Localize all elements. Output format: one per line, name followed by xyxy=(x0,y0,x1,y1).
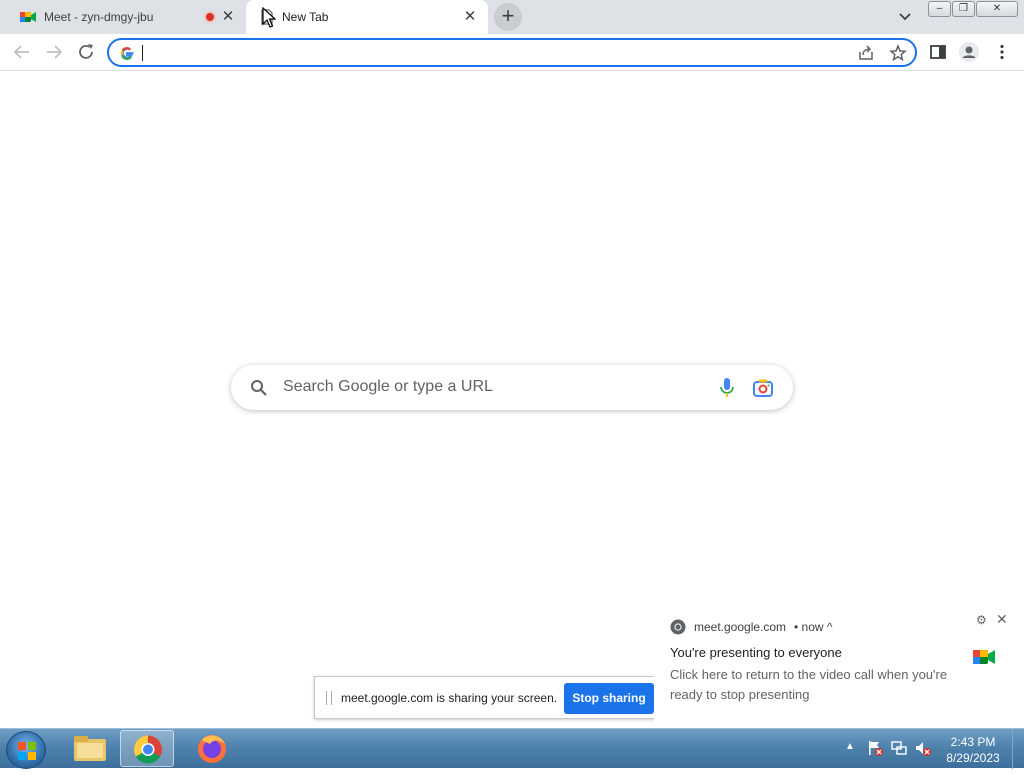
tab-close-button[interactable]: ✕ xyxy=(462,9,478,25)
show-desktop-button[interactable] xyxy=(1012,729,1024,769)
taskbar-chrome[interactable] xyxy=(120,730,174,767)
show-hidden-icons-button[interactable]: ▲ xyxy=(845,741,855,752)
taskbar-firefox[interactable] xyxy=(185,730,239,767)
action-center-flag-icon[interactable] xyxy=(866,739,884,757)
notification-body: Click here to return to the video call w… xyxy=(670,667,948,702)
tab-new-tab[interactable]: New Tab ✕ xyxy=(246,0,488,34)
ntp-search-box[interactable]: Search Google or type a URL xyxy=(231,365,793,410)
browser-toolbar xyxy=(0,34,1024,71)
arrow-left-icon xyxy=(13,45,29,59)
bookmark-star-icon[interactable] xyxy=(889,43,907,62)
reload-button[interactable] xyxy=(74,40,98,64)
address-input[interactable] xyxy=(143,43,843,63)
window-maximize-button[interactable]: ❐ xyxy=(952,1,975,17)
stop-sharing-button[interactable]: Stop sharing xyxy=(564,683,654,714)
chrome-icon xyxy=(670,619,686,635)
recording-indicator-icon xyxy=(204,11,216,23)
screen-sharing-bar: meet.google.com is sharing your screen. … xyxy=(314,676,712,719)
microphone-icon[interactable] xyxy=(717,377,737,399)
clock-time: 2:43 PM xyxy=(950,735,996,749)
forward-button[interactable] xyxy=(42,40,66,64)
network-icon[interactable] xyxy=(890,739,908,757)
drag-handle-icon[interactable] xyxy=(326,691,332,705)
folder-icon xyxy=(74,736,106,761)
google-g-icon xyxy=(119,45,135,61)
notification-title: You're presenting to everyone xyxy=(670,645,842,660)
sharing-message: meet.google.com is sharing your screen. xyxy=(341,691,558,705)
window-minimize-button[interactable]: – xyxy=(928,1,951,17)
new-tab-button[interactable]: + xyxy=(494,3,522,31)
volume-muted-icon[interactable] xyxy=(914,739,932,757)
google-meet-icon xyxy=(973,648,995,666)
share-icon[interactable] xyxy=(857,44,875,62)
notification-time[interactable]: • now ^ xyxy=(794,620,833,634)
profile-avatar-icon[interactable] xyxy=(958,41,980,63)
address-bar[interactable] xyxy=(107,38,917,67)
tab-close-button[interactable]: ✕ xyxy=(220,9,236,25)
search-placeholder: Search Google or type a URL xyxy=(283,378,493,395)
system-clock[interactable]: 2:43 PM 8/29/2023 xyxy=(940,734,1006,766)
close-icon[interactable]: ✕ xyxy=(996,612,1008,626)
tab-title: Meet - zyn-dmgy-jbu xyxy=(44,10,154,24)
tab-meet[interactable]: Meet - zyn-dmgy-jbu ✕ xyxy=(8,0,246,34)
mouse-cursor-icon xyxy=(262,6,277,29)
google-lens-icon[interactable] xyxy=(752,377,774,399)
kebab-menu-icon[interactable] xyxy=(991,41,1013,63)
search-icon xyxy=(249,378,269,398)
window-close-button[interactable]: ✕ xyxy=(976,1,1018,17)
tab-search-chevron-icon[interactable] xyxy=(895,8,915,26)
chrome-icon xyxy=(134,735,162,764)
gear-icon[interactable]: ⚙ xyxy=(976,614,988,626)
meet-notification[interactable]: meet.google.com • now ^ ⚙ ✕ You're prese… xyxy=(654,606,1024,724)
start-button[interactable] xyxy=(6,731,46,769)
firefox-icon xyxy=(198,735,226,763)
tab-strip: Meet - zyn-dmgy-jbu ✕ New Tab ✕ + – ❐ ✕ xyxy=(0,0,1024,34)
windows-taskbar: ▲ 2:43 PM 8/29/2023 xyxy=(0,728,1024,769)
side-panel-icon[interactable] xyxy=(927,41,949,63)
clock-date: 8/29/2023 xyxy=(946,751,1000,765)
google-meet-icon xyxy=(20,10,36,24)
arrow-right-icon xyxy=(47,45,63,59)
taskbar-explorer[interactable] xyxy=(63,730,117,767)
notification-source: meet.google.com xyxy=(694,620,787,634)
tab-title: New Tab xyxy=(282,10,329,24)
reload-icon xyxy=(79,44,93,59)
windows-logo-icon xyxy=(18,742,36,760)
back-button[interactable] xyxy=(10,40,34,64)
